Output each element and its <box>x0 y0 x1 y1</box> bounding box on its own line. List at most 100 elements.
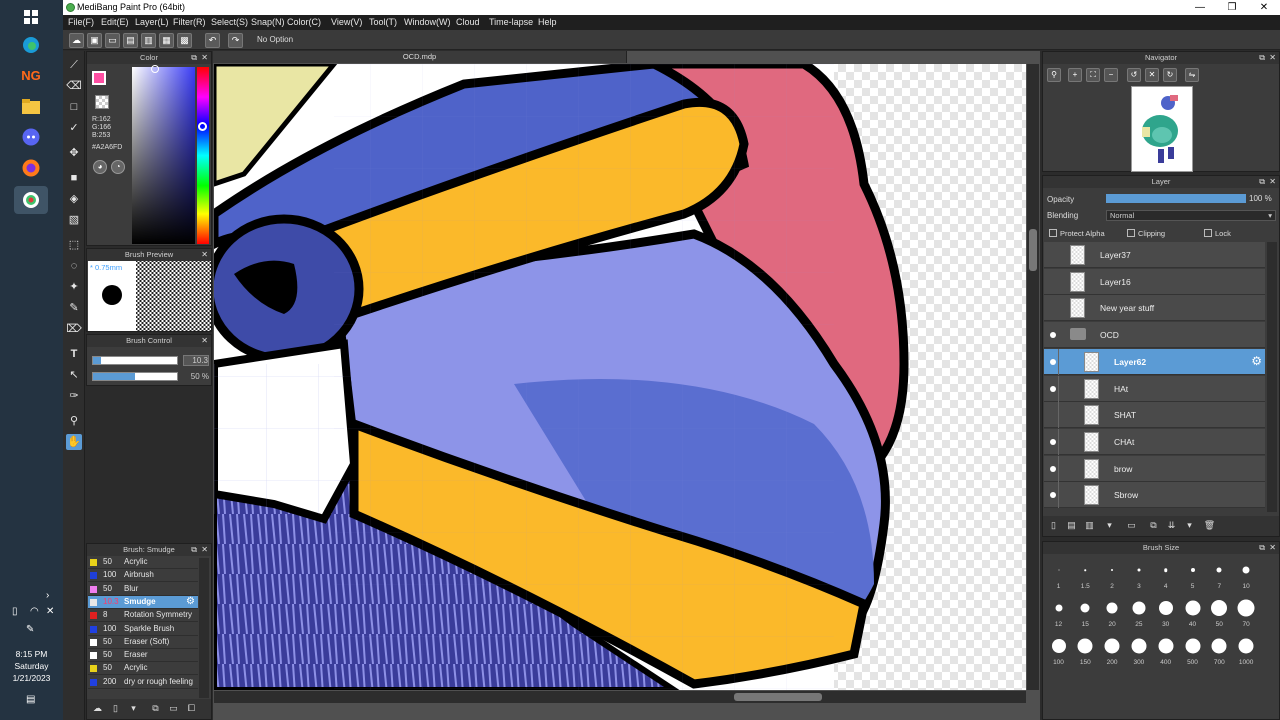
brush-size-option[interactable]: 200 <box>1099 632 1126 670</box>
menu-snap[interactable]: Snap(N) <box>251 17 285 27</box>
brush-size-option[interactable]: 25 <box>1125 594 1152 632</box>
shape-tool-icon[interactable]: □ <box>66 99 82 115</box>
blending-mode-select[interactable]: Normal ▾ <box>1106 210 1276 221</box>
brush-size-option[interactable]: 10 <box>1233 556 1260 594</box>
edge-browser-icon[interactable] <box>19 33 43 57</box>
brush-size-option[interactable]: 12 <box>1045 594 1072 632</box>
brush-item[interactable]: 100 Sparkle Brush <box>88 623 198 636</box>
new-8bit-layer-icon[interactable]: ▥ <box>1083 519 1096 532</box>
menu-help[interactable]: Help <box>538 17 557 27</box>
layer-row[interactable]: brow <box>1044 455 1265 482</box>
brush-size-option[interactable]: 3 <box>1125 556 1152 594</box>
eraser-tool-icon[interactable]: ⌫ <box>66 78 82 94</box>
brush-size-option[interactable]: 70 <box>1233 594 1260 632</box>
drawing-canvas[interactable] <box>214 64 1026 690</box>
brush-size-option[interactable]: 15 <box>1072 594 1099 632</box>
menu-edit[interactable]: Edit(E) <box>101 17 129 27</box>
brush-size-option[interactable]: 2 <box>1099 556 1126 594</box>
color-palette-icon[interactable]: ◕ <box>93 160 107 174</box>
saturation-value-picker[interactable] <box>132 67 195 244</box>
brush-tool-icon[interactable]: ⟋ <box>66 57 82 73</box>
text-tool-icon[interactable]: T <box>66 346 82 362</box>
new-layer-icon[interactable]: ▯ <box>1047 519 1060 532</box>
hue-slider[interactable] <box>197 67 209 244</box>
close-icon[interactable]: ✕ <box>201 544 208 556</box>
brush-size-option[interactable]: 5 <box>1179 556 1206 594</box>
bucket-tool-icon[interactable]: ◈ <box>66 191 82 207</box>
brush-item[interactable]: 50 Blur <box>88 583 198 596</box>
menu-window[interactable]: Window(W) <box>404 17 451 27</box>
undo-button[interactable]: ↶ <box>205 33 220 48</box>
duplicate-icon[interactable]: ⧠ <box>185 702 198 715</box>
brush-size-slider[interactable] <box>92 356 178 365</box>
new-folder-icon[interactable]: ▭ <box>1125 519 1138 532</box>
visibility-icon[interactable] <box>1050 438 1056 445</box>
rotate-right-icon[interactable]: ↻ <box>1163 68 1177 82</box>
hue-knob[interactable] <box>198 122 207 131</box>
menu-tool[interactable]: Tool(T) <box>369 17 397 27</box>
maximize-button[interactable]: ❐ <box>1217 0 1247 15</box>
select-rect-tool-icon[interactable]: ⬚ <box>66 237 82 253</box>
brush-size-option[interactable]: 1000 <box>1233 632 1260 670</box>
brush-item[interactable]: 50 Acrylic <box>88 556 198 569</box>
pen-icon[interactable]: ✎ <box>26 624 34 635</box>
document-tab[interactable]: OCD.mdp <box>213 51 627 63</box>
hand-tool-icon[interactable]: ✋ <box>66 434 82 450</box>
brush-size-option[interactable]: 150 <box>1072 632 1099 670</box>
windows-start-icon[interactable] <box>19 5 43 29</box>
menu-view[interactable]: View(V) <box>331 17 362 27</box>
select-eraser-tool-icon[interactable]: ⌦ <box>66 321 82 337</box>
delete-layer-icon[interactable]: 🗑 <box>1203 519 1216 532</box>
navigator-thumbnail[interactable] <box>1131 86 1193 172</box>
visibility-icon[interactable] <box>1050 492 1056 499</box>
layer-list-scrollbar[interactable] <box>1267 242 1277 512</box>
notification-icon[interactable]: ▤ <box>26 694 35 705</box>
layer-row[interactable]: Layer62 ⚙ <box>1044 348 1265 375</box>
foreground-color-swatch[interactable] <box>92 71 106 85</box>
mute-icon[interactable]: ✕ <box>46 606 54 617</box>
fill-rect-tool-icon[interactable]: ■ <box>66 170 82 186</box>
flip-icon[interactable]: ⇋ <box>1185 68 1199 82</box>
brush-size-option[interactable]: 7 <box>1206 556 1233 594</box>
brush-size-option[interactable]: 4 <box>1152 556 1179 594</box>
brush-size-value[interactable]: 10.3 <box>183 355 209 366</box>
saturation-value-knob[interactable] <box>151 65 159 73</box>
copy-brush-icon[interactable]: ⧉ <box>149 702 162 715</box>
redo-button[interactable]: ↷ <box>228 33 243 48</box>
vertical-scroll-thumb[interactable] <box>1029 229 1037 271</box>
brush-item[interactable]: 50 Eraser (Soft) <box>88 636 198 649</box>
brush-item[interactable]: 8 Rotation Symmetry <box>88 609 198 623</box>
protect-alpha-checkbox[interactable]: Protect Alpha <box>1049 229 1105 238</box>
brush-size-option[interactable]: 300 <box>1125 632 1152 670</box>
visibility-icon[interactable] <box>1050 385 1056 392</box>
layer-row[interactable]: CHAt <box>1044 428 1265 455</box>
discord-icon[interactable] <box>19 125 43 149</box>
close-icon[interactable]: ✕ <box>201 249 208 261</box>
save-icon[interactable]: ▣ <box>87 33 102 48</box>
eyedropper-tool-icon[interactable]: ⚲ <box>66 413 82 429</box>
menu-timelapse[interactable]: Time-lapse <box>489 17 533 27</box>
divide-tool-icon[interactable]: ✑ <box>66 388 82 404</box>
undock-icon[interactable]: ⧉ <box>191 544 197 556</box>
brush-item[interactable]: 200 dry or rough feeling <box>88 676 198 689</box>
brush-size-option[interactable]: 1 <box>1045 556 1072 594</box>
undock-icon[interactable]: ⧉ <box>1259 176 1265 188</box>
close-icon[interactable]: ✕ <box>1269 52 1276 64</box>
visibility-icon[interactable] <box>1050 358 1056 365</box>
layer-row[interactable]: Layer16 <box>1044 268 1265 295</box>
wifi-icon[interactable]: ◠ <box>30 606 39 617</box>
share-icon[interactable]: ▤ <box>123 33 138 48</box>
reset-view-icon[interactable]: ✕ <box>1145 68 1159 82</box>
undock-icon[interactable]: ⧉ <box>191 52 197 64</box>
brush-size-option[interactable]: 30 <box>1152 594 1179 632</box>
layer-folder-row[interactable]: OCD <box>1044 322 1265 349</box>
layer-settings-icon[interactable]: ▾ <box>1183 519 1196 532</box>
undock-icon[interactable]: ⧉ <box>1259 542 1265 554</box>
grid-icon[interactable]: ▦ <box>159 33 174 48</box>
brush-size-option[interactable]: 700 <box>1206 632 1233 670</box>
horizontal-scroll-thumb[interactable] <box>734 693 822 701</box>
brush-size-option[interactable]: 1.5 <box>1072 556 1099 594</box>
brush-size-option[interactable]: 400 <box>1152 632 1179 670</box>
brush-settings-icon[interactable]: ⚙ <box>186 596 195 607</box>
brush-item[interactable]: 100 Airbrush <box>88 569 198 583</box>
